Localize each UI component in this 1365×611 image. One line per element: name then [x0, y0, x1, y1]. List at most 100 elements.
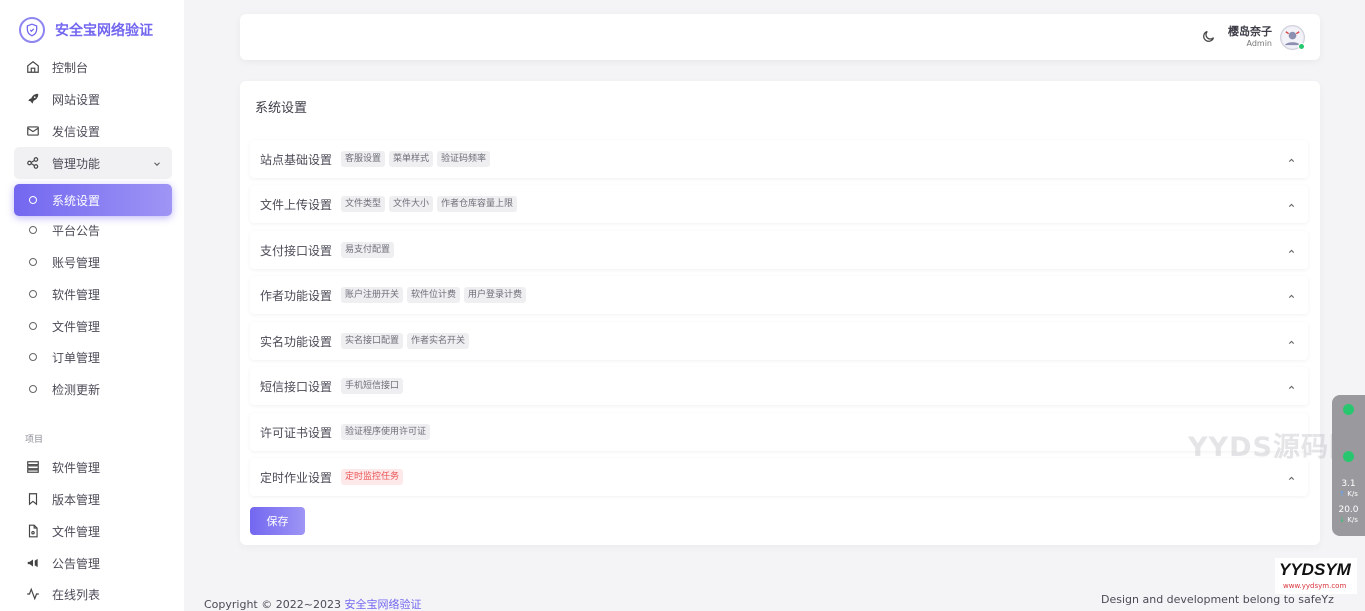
sidebar-item-label: 文件管理: [52, 319, 101, 334]
user-role: Admin: [1246, 39, 1273, 48]
sidebar-item-orders[interactable]: 订单管理: [14, 341, 172, 373]
megaphone-icon: [26, 556, 40, 570]
bookmark-icon: [26, 492, 40, 506]
chevron-up-icon: [1287, 245, 1296, 259]
sidebar-item-check-update[interactable]: 检测更新: [14, 373, 172, 405]
sidebar-item-site-settings[interactable]: 网站设置: [14, 83, 172, 115]
footer-credit: Design and development belong to safeYz: [1101, 593, 1334, 606]
section-title: 许可证书设置: [260, 425, 333, 440]
download-unit: ↓ K/s: [1339, 516, 1358, 524]
chevron-up-icon: [1287, 472, 1296, 486]
sidebar-item-label: 文件管理: [52, 524, 101, 539]
settings-section-license[interactable]: 许可证书设置 验证程序使用许可证: [250, 413, 1308, 451]
section-tag: 定时监控任务: [341, 469, 404, 485]
section-title: 文件上传设置: [260, 197, 333, 212]
watermark-badge-text: YYDSYM: [1279, 560, 1351, 579]
moon-icon[interactable]: [1201, 29, 1216, 47]
sidebar-item-files[interactable]: 文件管理: [14, 310, 172, 342]
watermark-badge: YYDSYM www.yydsym.com: [1275, 558, 1357, 594]
sidebar-item-label: 订单管理: [52, 350, 101, 365]
mail-icon: [26, 124, 40, 138]
section-tag: 实名接口配置: [341, 333, 404, 349]
settings-section-author[interactable]: 作者功能设置 账户注册开关 软件位计费 用户登录计费: [250, 276, 1308, 314]
settings-section-payment[interactable]: 支付接口设置 易支付配置: [250, 231, 1308, 269]
chevron-down-icon: [152, 158, 162, 172]
network-speed-widget[interactable]: 3.1 ↑ K/s 20.0 ↓ K/s: [1332, 395, 1365, 536]
chevron-up-icon: [1287, 154, 1296, 168]
settings-section-sms[interactable]: 短信接口设置 手机短信接口: [250, 367, 1308, 405]
section-title: 实名功能设置: [260, 334, 333, 349]
section-tag: 客服设置: [341, 151, 386, 167]
sidebar-item-project-software[interactable]: 软件管理: [14, 451, 172, 483]
download-unit-text: K/s: [1347, 516, 1358, 524]
upload-speed: 3.1: [1341, 479, 1356, 489]
section-tag: 文件类型: [341, 196, 386, 212]
chevron-up-icon: [1287, 290, 1296, 304]
sidebar-item-versions[interactable]: 版本管理: [14, 483, 172, 515]
section-tag: 作者仓库容量上限: [437, 196, 518, 212]
page-title: 系统设置: [255, 101, 308, 116]
activity-icon: [26, 587, 40, 601]
sidebar-item-system-settings[interactable]: 系统设置: [14, 184, 172, 216]
sidebar-item-dashboard[interactable]: 控制台: [14, 51, 172, 83]
circle-icon: [29, 196, 37, 204]
section-tag: 用户登录计费: [464, 287, 527, 303]
circle-icon: [29, 258, 37, 266]
shield-logo-icon: [19, 17, 45, 43]
settings-section-realname[interactable]: 实名功能设置 实名接口配置 作者实名开关: [250, 322, 1308, 360]
sidebar-item-mail-settings[interactable]: 发信设置: [14, 115, 172, 147]
footer-brand-link[interactable]: 安全宝网络验证: [344, 598, 421, 611]
avatar[interactable]: [1280, 25, 1305, 50]
sidebar-item-online-list[interactable]: 在线列表: [14, 578, 172, 610]
home-icon: [26, 60, 40, 74]
user-name[interactable]: 樱岛奈子: [1228, 23, 1272, 39]
sidebar-item-label: 在线列表: [52, 587, 101, 602]
settings-section-file-upload[interactable]: 文件上传设置 文件类型 文件大小 作者仓库容量上限: [250, 185, 1308, 223]
sidebar-item-label: 平台公告: [52, 223, 101, 238]
section-title: 定时作业设置: [260, 470, 333, 485]
section-title: 站点基础设置: [260, 152, 333, 167]
upload-unit-text: K/s: [1347, 490, 1358, 498]
sidebar-item-announcements[interactable]: 平台公告: [14, 214, 172, 246]
sidebar-group-management[interactable]: 管理功能: [14, 147, 172, 179]
watermark-badge-url: www.yydsym.com: [1283, 582, 1347, 590]
brand-title: 安全宝网络验证: [55, 23, 153, 39]
server-icon: [26, 460, 40, 474]
sidebar-item-label: 账号管理: [52, 255, 101, 270]
settings-section-site-basic[interactable]: 站点基础设置 客服设置 菜单样式 验证码频率: [250, 140, 1308, 178]
sidebar-item-label: 版本管理: [52, 492, 101, 507]
settings-card: 系统设置 站点基础设置 客服设置 菜单样式 验证码频率 文件上传设置 文件类型 …: [240, 81, 1320, 545]
circle-icon: [29, 353, 37, 361]
sidebar-item-notice-management[interactable]: 公告管理: [14, 547, 172, 579]
section-tag: 软件位计费: [407, 287, 461, 303]
sidebar-item-label: 网站设置: [52, 92, 101, 107]
settings-section-cron[interactable]: 定时作业设置 定时监控任务: [250, 458, 1308, 496]
sidebar-item-project-files[interactable]: 文件管理: [14, 515, 172, 547]
circle-icon: [29, 385, 37, 393]
circle-icon: [29, 290, 37, 298]
section-tag: 文件大小: [389, 196, 434, 212]
upload-unit: ↑ K/s: [1339, 490, 1358, 498]
section-tag: 易支付配置: [341, 242, 395, 258]
save-button[interactable]: 保存: [250, 507, 305, 535]
sidebar-item-label: 检测更新: [52, 382, 101, 397]
share-nodes-icon: [26, 156, 40, 170]
chevron-up-icon: [1287, 336, 1296, 350]
sidebar-item-software[interactable]: 软件管理: [14, 278, 172, 310]
section-tag: 作者实名开关: [407, 333, 470, 349]
sidebar-item-label: 控制台: [52, 60, 89, 75]
section-title: 支付接口设置: [260, 243, 333, 258]
circle-icon: [29, 226, 37, 234]
sidebar-item-accounts[interactable]: 账号管理: [14, 246, 172, 278]
chevron-up-icon: [1287, 199, 1296, 213]
file-icon: [26, 524, 40, 538]
rocket-icon: [26, 92, 40, 106]
section-title: 作者功能设置: [260, 288, 333, 303]
section-tag: 菜单样式: [389, 151, 434, 167]
sidebar-group-label: 管理功能: [52, 156, 101, 171]
footer-copyright: Copyright © 2022~2023 安全宝网络验证: [204, 596, 421, 611]
section-tag: 验证程序使用许可证: [341, 424, 431, 440]
online-status-dot: [1298, 43, 1305, 50]
circle-icon: [29, 322, 37, 330]
sidebar: 安全宝网络验证 控制台 网站设置 发信设置 管理功能 系统设置 平台公告 账号管…: [0, 0, 184, 611]
